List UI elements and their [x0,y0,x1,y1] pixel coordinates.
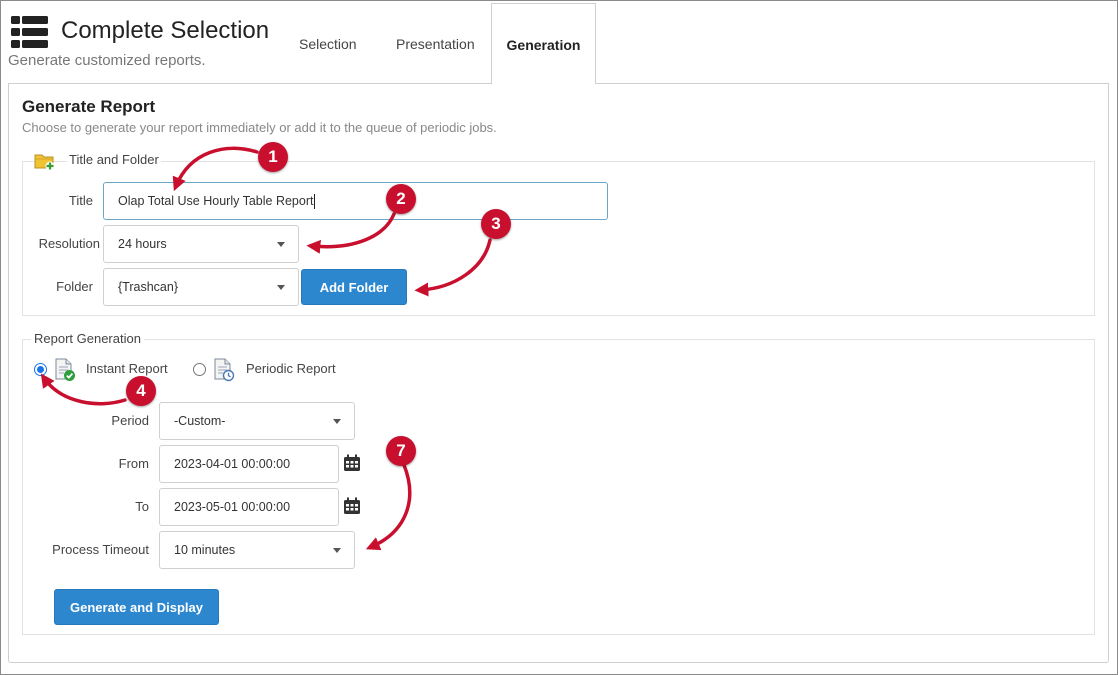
tab-selection[interactable]: Selection [299,36,357,52]
callout-badge-3: 3 [481,209,511,239]
instant-report-label[interactable]: Instant Report [86,361,168,376]
from-label: From [118,456,149,471]
generate-and-display-button[interactable]: Generate and Display [54,589,219,625]
tab-presentation[interactable]: Presentation [396,36,475,52]
calendar-icon[interactable] [343,454,361,472]
callout-badge-4: 4 [126,376,156,406]
period-label: Period [111,413,149,428]
page-title: Complete Selection [61,17,270,44]
to-date-input[interactable]: 2023-05-01 00:00:00 [159,488,339,526]
section-title: Generate Report [22,97,156,116]
text-caret [314,193,316,209]
document-clock-icon [214,358,235,382]
folder-label: Folder [56,279,93,294]
process-timeout-label: Process Timeout [52,542,149,557]
period-select[interactable]: -Custom- [159,402,355,440]
process-timeout-select[interactable]: 10 minutes [159,531,355,569]
calendar-icon[interactable] [343,497,361,515]
from-date-input[interactable]: 2023-04-01 00:00:00 [159,445,339,483]
table-list-icon [11,16,48,48]
from-date-value: 2023-04-01 00:00:00 [174,457,291,471]
to-label: To [135,499,149,514]
title-input-value: Olap Total Use Hourly Table Report [118,194,314,208]
periodic-report-radio[interactable] [193,363,206,376]
resolution-select-value: 24 hours [118,237,167,251]
periodic-report-label[interactable]: Periodic Report [246,361,336,376]
process-timeout-value: 10 minutes [174,543,236,557]
instant-report-radio[interactable] [34,363,47,376]
section-description: Choose to generate your report immediate… [22,120,497,135]
title-input[interactable]: Olap Total Use Hourly Table Report [103,182,608,220]
report-generation-legend: Report Generation [31,331,144,346]
document-check-icon [55,358,75,381]
folder-select[interactable]: {Trashcan} [103,268,299,306]
resolution-label: Resolution [38,236,100,251]
callout-badge-7: 7 [386,436,416,466]
period-select-value: -Custom- [174,414,226,428]
tab-generation[interactable]: Generation [491,3,596,84]
page-subtitle: Generate customized reports. [8,52,206,69]
callout-badge-1: 1 [258,142,288,172]
title-label: Title [68,193,93,208]
folder-select-value: {Trashcan} [118,280,178,294]
to-date-value: 2023-05-01 00:00:00 [174,500,291,514]
add-folder-button[interactable]: Add Folder [301,269,407,305]
folder-add-icon [34,154,55,171]
resolution-select[interactable]: 24 hours [103,225,299,263]
title-folder-legend: Title and Folder [67,152,161,167]
callout-badge-2: 2 [386,184,416,214]
